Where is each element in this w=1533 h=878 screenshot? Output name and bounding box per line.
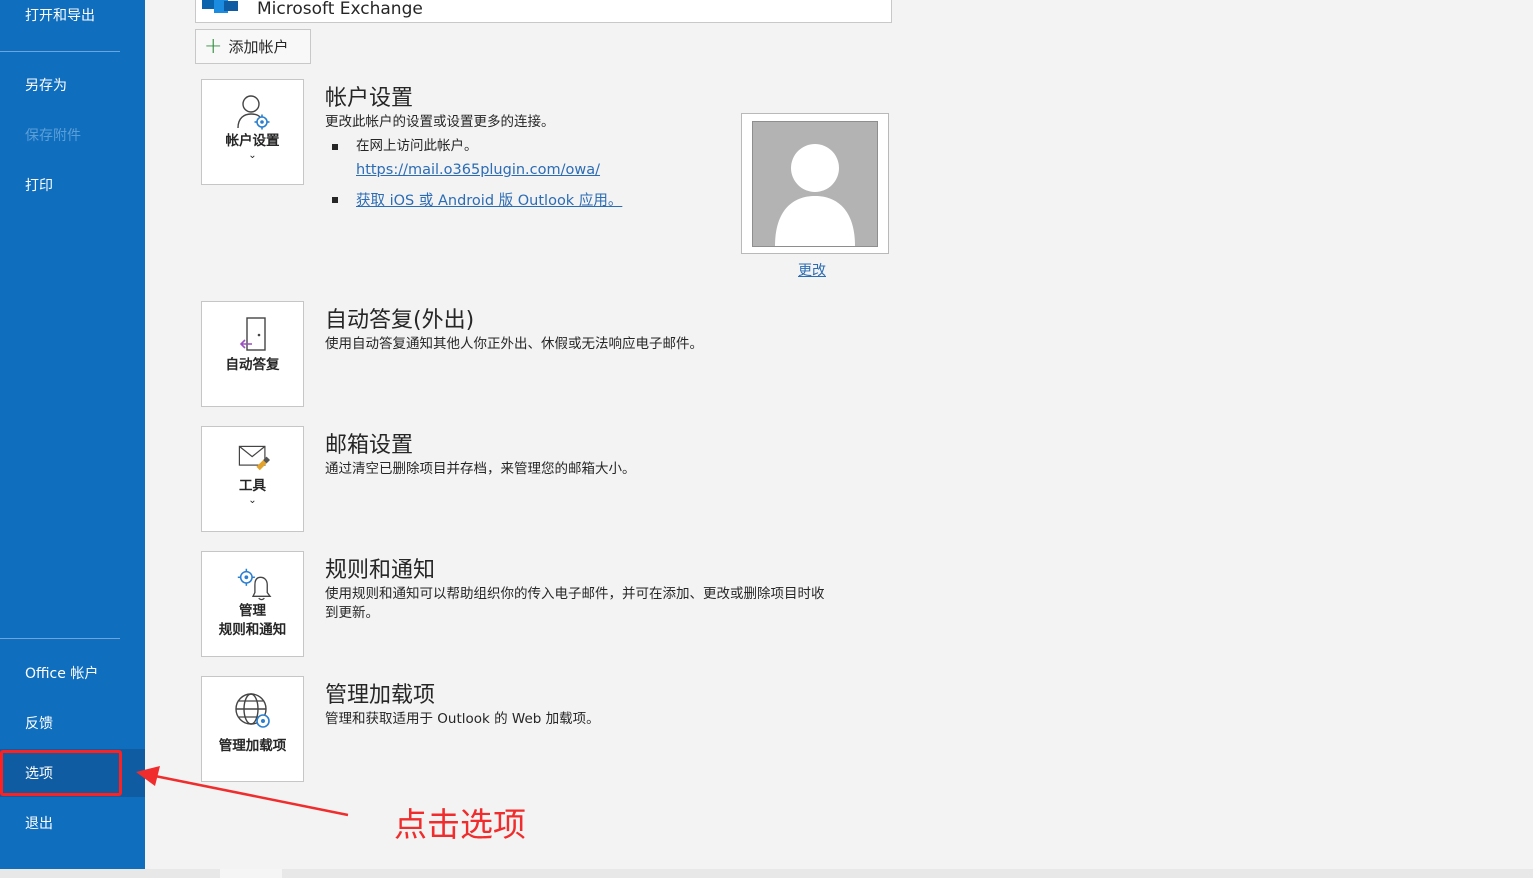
account-settings-title: 帐户设置	[325, 86, 414, 111]
mailbox-settings-title: 邮箱设置	[325, 433, 414, 458]
owa-link[interactable]: https://mail.o365plugin.com/owa/	[356, 162, 600, 178]
sidebar-divider	[0, 51, 120, 52]
change-photo-link[interactable]: 更改	[798, 260, 826, 280]
bullet-icon	[332, 197, 338, 203]
auto-reply-description: 使用自动答复通知其他人你正外出、休假或无法响应电子邮件。	[325, 336, 703, 352]
profile-photo-frame	[741, 113, 889, 254]
auto-reply-title: 自动答复(外出)	[325, 308, 475, 333]
sidebar-item-save-as[interactable]: 另存为	[0, 61, 145, 109]
sidebar-item-exit[interactable]: 退出	[0, 799, 145, 847]
bullet-icon	[332, 144, 338, 150]
manage-addins-description: 管理和获取适用于 Outlook 的 Web 加载项。	[325, 711, 600, 727]
globe-settings-icon	[234, 693, 270, 728]
scrollbar-thumb[interactable]	[220, 869, 282, 878]
rules-alerts-description-line2: 到更新。	[325, 605, 379, 621]
chevron-down-icon: ⌄	[248, 495, 257, 506]
sidebar-item-label: 打印	[25, 178, 53, 194]
sidebar-item-label: Office 帐户	[25, 666, 99, 682]
account-settings-description: 更改此帐户的设置或设置更多的连接。	[325, 114, 555, 130]
avatar-placeholder-icon	[775, 144, 855, 246]
account-settings-tile-label: 帐户设置	[225, 133, 280, 149]
sidebar-item-open-export[interactable]: 打开和导出	[0, 0, 145, 39]
auto-reply-tile[interactable]: 自动答复	[201, 301, 304, 407]
mailbox-tools-icon	[238, 445, 270, 471]
manage-addins-tile-label: 管理加载项	[218, 738, 287, 754]
mobile-app-link[interactable]: 获取 iOS 或 Android 版 Outlook 应用。	[356, 189, 622, 210]
horizontal-scrollbar[interactable]	[0, 869, 1533, 878]
auto-reply-icon	[239, 317, 266, 351]
exchange-icon	[202, 0, 238, 13]
backstage-sidebar: 打开和导出 另存为 保存附件 打印 Office 帐户 反馈 选项 退出	[0, 0, 145, 869]
sidebar-item-save-attachments: 保存附件	[0, 111, 145, 159]
manage-addins-tile[interactable]: 管理加载项	[201, 676, 304, 782]
sidebar-item-label: 保存附件	[25, 128, 81, 144]
sidebar-item-label: 退出	[25, 816, 53, 832]
manage-rules-tile[interactable]: 管理 规则和通知	[201, 551, 304, 657]
mailbox-tools-tile[interactable]: 工具 ⌄	[201, 426, 304, 532]
sidebar-item-feedback[interactable]: 反馈	[0, 699, 145, 747]
plus-icon: +	[204, 33, 223, 59]
sidebar-item-label: 反馈	[25, 716, 53, 732]
sidebar-item-label: 打开和导出	[25, 8, 95, 24]
web-access-text: 在网上访问此帐户。	[356, 138, 478, 154]
add-account-button[interactable]: + 添加帐户	[195, 29, 311, 64]
sidebar-item-office-account[interactable]: Office 帐户	[0, 649, 145, 697]
manage-rules-tile-label-line1: 管理	[239, 603, 266, 619]
sidebar-divider	[0, 638, 120, 639]
account-settings-icon	[236, 95, 269, 130]
rules-alerts-icon	[237, 568, 271, 601]
sidebar-item-label: 另存为	[25, 78, 67, 94]
rules-alerts-description-line1: 使用规则和通知可以帮助组织你的传入电子邮件，并可在添加、更改或删除项目时收	[325, 586, 825, 602]
account-settings-tile[interactable]: 帐户设置 ⌄	[201, 79, 304, 185]
auto-reply-tile-label: 自动答复	[225, 357, 280, 373]
mailbox-tools-tile-label: 工具	[239, 478, 266, 494]
mailbox-settings-description: 通过清空已删除项目并存档，来管理您的邮箱大小。	[325, 461, 636, 477]
profile-photo	[752, 121, 878, 247]
annotation-text: 点击选项	[394, 805, 526, 844]
annotation-highlight-box	[0, 750, 122, 796]
manage-rules-tile-label-line2: 规则和通知	[218, 622, 287, 638]
add-account-label: 添加帐户	[228, 38, 289, 56]
chevron-down-icon: ⌄	[248, 150, 257, 161]
sidebar-item-print[interactable]: 打印	[0, 161, 145, 209]
account-selector[interactable]: Microsoft Exchange	[195, 0, 892, 23]
rules-alerts-title: 规则和通知	[325, 558, 436, 583]
manage-addins-title: 管理加载项	[325, 683, 436, 708]
account-selector-label: Microsoft Exchange	[257, 0, 423, 19]
